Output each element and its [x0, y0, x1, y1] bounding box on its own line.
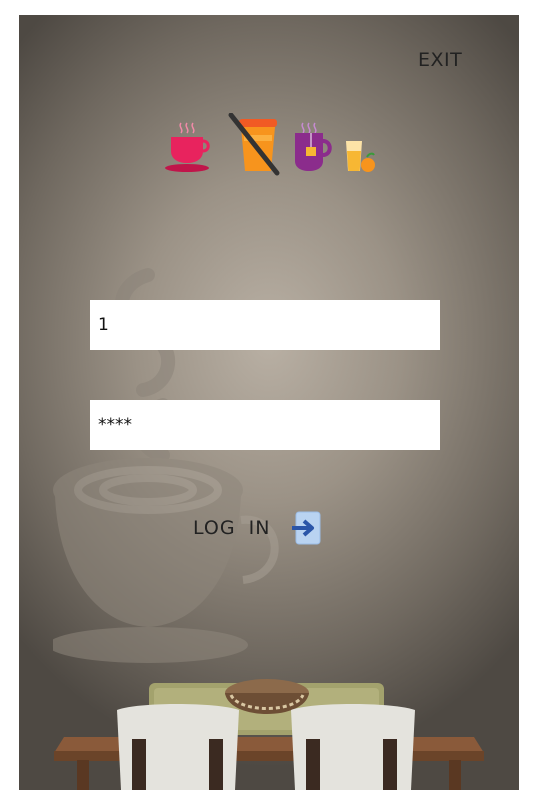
- password-input[interactable]: [90, 400, 440, 450]
- juice-icon: [346, 141, 375, 172]
- app-screen: EXIT LOG IN: [19, 15, 519, 790]
- no-drink-icon: [228, 113, 280, 176]
- chair-left: [117, 704, 239, 790]
- drinks-logo: [165, 113, 375, 176]
- hot-cup-icon: [165, 122, 210, 172]
- username-input[interactable]: [90, 300, 440, 350]
- tea-mug-icon: [295, 122, 332, 171]
- login-label: LOG IN: [193, 517, 271, 539]
- chair-right: [291, 704, 415, 790]
- table-chairs-illustration: [54, 679, 484, 790]
- login-button[interactable]: LOG IN: [193, 509, 322, 547]
- login-arrow-icon[interactable]: [292, 510, 322, 546]
- exit-button[interactable]: EXIT: [418, 49, 462, 71]
